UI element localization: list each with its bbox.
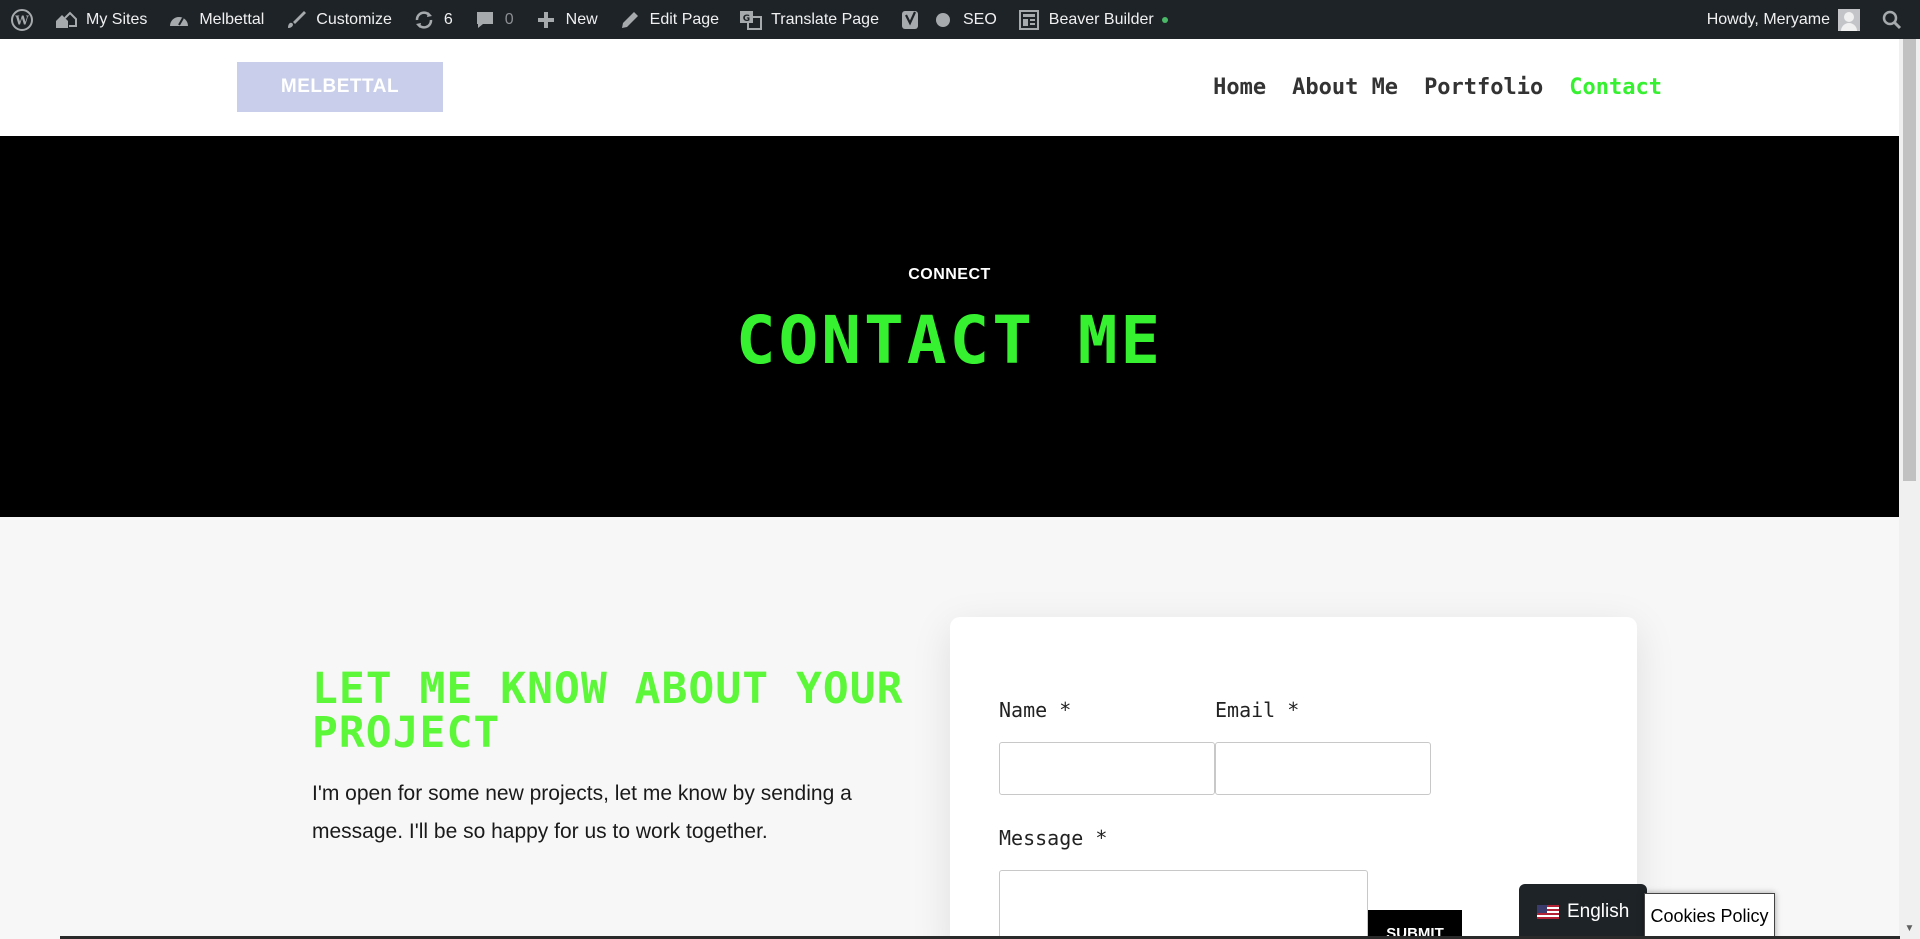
project-description: I'm open for some new projects, let me k… — [312, 782, 852, 843]
customize-link[interactable]: Customize — [274, 0, 402, 39]
translate-page-link[interactable]: G Translate Page — [729, 0, 889, 39]
wordpress-logo-button[interactable]: W — [0, 0, 44, 39]
new-label: New — [565, 10, 598, 28]
submit-button[interactable]: SUBMIT — [1368, 910, 1462, 939]
wordpress-icon: W — [10, 8, 34, 32]
main-navigation: Home About Me Portfolio Contact — [1213, 62, 1662, 112]
comment-icon — [473, 8, 497, 32]
language-label: English — [1567, 900, 1630, 922]
search-button[interactable] — [1870, 0, 1920, 39]
nav-item-portfolio[interactable]: Portfolio — [1424, 75, 1543, 100]
email-field[interactable] — [1215, 742, 1431, 795]
refresh-icon — [412, 8, 436, 32]
svg-text:G: G — [743, 14, 750, 24]
name-label: Name * — [999, 698, 1072, 722]
contact-section: LET ME KNOW ABOUT YOUR PROJECT I'm open … — [0, 517, 1899, 939]
admin-bar: W My Sites Melbettal Customize 6 0 New E… — [0, 0, 1920, 39]
hero-section: CONNECT CONTACT ME — [0, 136, 1899, 517]
user-account-menu[interactable]: Howdy, Meryame — [1697, 0, 1870, 39]
my-sites-icon — [54, 8, 78, 32]
my-sites-label: My Sites — [86, 10, 148, 28]
beaver-builder-label: Beaver Builder — [1048, 10, 1154, 28]
email-label: Email * — [1215, 698, 1300, 722]
beaver-builder-link[interactable]: Beaver Builder — [1007, 0, 1178, 39]
name-field[interactable] — [999, 742, 1215, 795]
my-sites-menu[interactable]: My Sites — [44, 0, 157, 39]
message-field[interactable] — [999, 870, 1368, 939]
dashboard-icon — [167, 8, 191, 32]
updates-link[interactable]: 6 — [402, 0, 463, 39]
yoast-icon — [899, 8, 923, 32]
comments-count: 0 — [504, 10, 514, 28]
hero-kicker: CONNECT — [908, 266, 991, 283]
language-switcher[interactable]: English — [1519, 884, 1647, 939]
nav-item-home[interactable]: Home — [1213, 75, 1266, 100]
edit-page-link[interactable]: Edit Page — [608, 0, 729, 39]
scroll-down-arrow-icon[interactable]: ▼ — [1903, 923, 1916, 934]
us-flag-icon — [1537, 904, 1559, 919]
layout-icon — [1017, 8, 1041, 32]
scrollbar-thumb[interactable] — [1903, 39, 1916, 481]
project-heading: LET ME KNOW ABOUT YOUR PROJECT — [312, 664, 904, 758]
translate-page-label: Translate Page — [771, 10, 879, 28]
plus-icon — [534, 8, 558, 32]
comments-link[interactable]: 0 — [463, 0, 524, 39]
site-logo[interactable]: MELBETTAL — [237, 62, 443, 112]
status-dot — [1161, 16, 1168, 23]
new-content-menu[interactable]: New — [524, 0, 608, 39]
nav-item-about-me[interactable]: About Me — [1292, 75, 1398, 100]
site-header: MELBETTAL Home About Me Portfolio Contac… — [0, 39, 1899, 136]
cookies-policy-button[interactable]: Cookies Policy — [1644, 893, 1775, 939]
seo-score-icon — [931, 8, 955, 32]
page-scrollbar[interactable]: ▼ — [1899, 39, 1920, 939]
avatar — [1838, 8, 1860, 31]
howdy-label: Howdy, Meryame — [1706, 10, 1830, 28]
seo-label: SEO — [962, 10, 997, 28]
brush-icon — [284, 8, 308, 32]
updates-count: 6 — [443, 10, 453, 28]
pencil-icon — [618, 8, 642, 32]
translate-icon: G — [739, 8, 763, 32]
svg-text:W: W — [14, 13, 29, 27]
nav-item-contact[interactable]: Contact — [1569, 75, 1662, 100]
site-name-label: Melbettal — [199, 10, 265, 28]
site-name-menu[interactable]: Melbettal — [157, 0, 274, 39]
search-icon — [1880, 8, 1904, 32]
edit-page-label: Edit Page — [649, 10, 720, 28]
page-title: CONTACT ME — [735, 302, 1164, 379]
yoast-seo-menu[interactable]: SEO — [889, 0, 1007, 39]
customize-label: Customize — [316, 10, 392, 28]
message-label: Message * — [999, 826, 1108, 850]
